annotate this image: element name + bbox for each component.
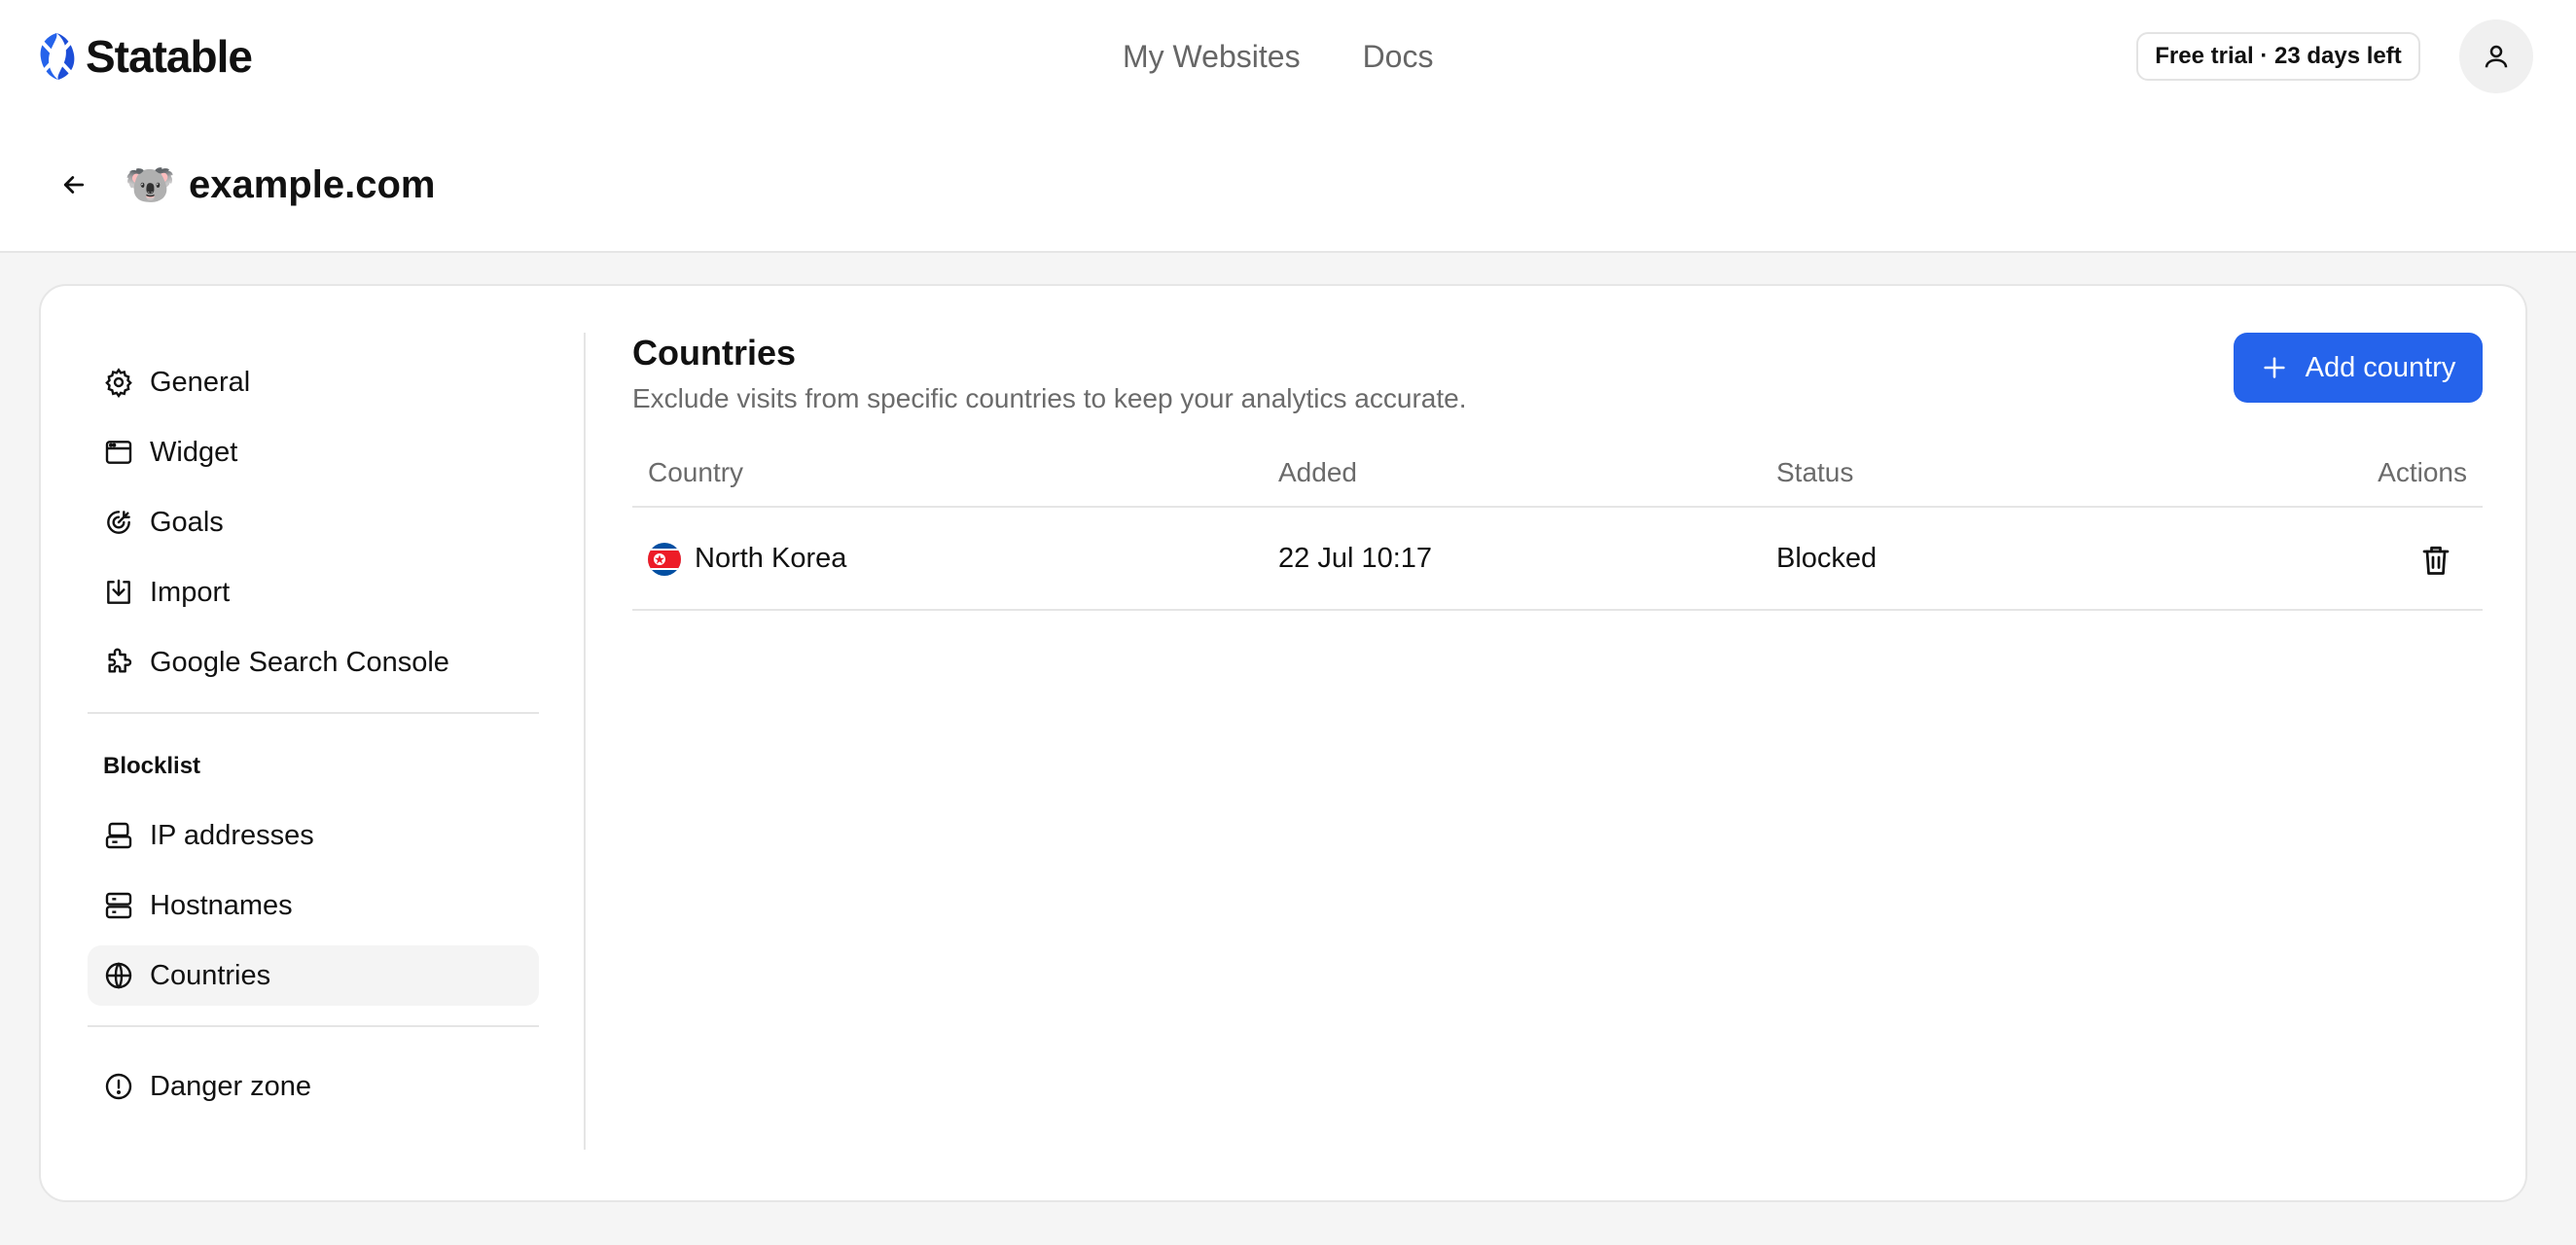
settings-card: General Widget Goals Import Google Searc… bbox=[39, 284, 2527, 1202]
status-text: Blocked bbox=[1776, 543, 1878, 574]
table-header: Country Added Status Actions bbox=[632, 449, 2483, 508]
add-country-label: Add country bbox=[2305, 351, 2456, 383]
north-korea-flag-icon bbox=[648, 543, 681, 576]
sidebar-item-general[interactable]: General bbox=[88, 352, 539, 412]
settings-sidebar: General Widget Goals Import Google Searc… bbox=[88, 333, 539, 1150]
site-name: example.com bbox=[189, 162, 436, 206]
trial-badge[interactable]: Free trial · 23 days left bbox=[2136, 32, 2420, 81]
arrow-left-icon bbox=[63, 176, 85, 194]
back-button[interactable] bbox=[54, 165, 93, 204]
sidebar-item-hostnames[interactable]: Hostnames bbox=[88, 875, 539, 936]
statable-logo-icon bbox=[40, 33, 75, 80]
column-header-status: Status bbox=[1776, 457, 1854, 487]
import-icon bbox=[107, 579, 130, 604]
server-icon bbox=[105, 892, 132, 919]
user-icon bbox=[2485, 45, 2508, 68]
gear-icon bbox=[105, 368, 132, 398]
page-title: Countries bbox=[632, 333, 797, 373]
nav-my-websites[interactable]: My Websites bbox=[1123, 39, 1301, 75]
sidebar-item-import[interactable]: Import bbox=[88, 562, 539, 622]
sidebar-item-danger-zone[interactable]: Danger zone bbox=[88, 1056, 539, 1117]
sidebar-item-goals[interactable]: Goals bbox=[88, 492, 539, 552]
main-nav: My Websites Docs bbox=[1123, 29, 1433, 84]
sidebar-item-label: Countries bbox=[150, 959, 271, 991]
puzzle-icon bbox=[108, 648, 132, 673]
sidebar-item-ip-addresses[interactable]: IP addresses bbox=[88, 805, 539, 866]
page-subtitle: Exclude visits from specific countries t… bbox=[632, 383, 1467, 413]
top-header: Statable My Websites Docs Free trial · 2… bbox=[0, 0, 2576, 253]
table-row: North Korea 22 Jul 10:17 Blocked bbox=[632, 510, 2483, 611]
nav-docs[interactable]: Docs bbox=[1363, 39, 1434, 75]
target-icon bbox=[107, 511, 130, 534]
country-name: North Korea bbox=[695, 543, 847, 574]
sidebar-item-label: Import bbox=[150, 576, 231, 608]
plus-icon bbox=[2263, 357, 2285, 378]
sidebar-item-label: General bbox=[150, 366, 251, 398]
globe-icon bbox=[105, 962, 132, 989]
sidebar-separator bbox=[584, 333, 586, 1150]
column-header-country: Country bbox=[648, 457, 744, 487]
added-date: 22 Jul 10:17 bbox=[1278, 543, 1433, 574]
sidebar-item-label: Danger zone bbox=[150, 1070, 312, 1102]
column-header-actions: Actions bbox=[2378, 457, 2467, 487]
sidebar-divider bbox=[88, 1025, 539, 1027]
countries-panel: Countries Exclude visits from specific c… bbox=[632, 333, 2483, 1150]
column-header-added: Added bbox=[1278, 457, 1357, 487]
trash-icon[interactable] bbox=[2418, 543, 2453, 578]
sidebar-item-widget[interactable]: Widget bbox=[88, 422, 539, 482]
brand-name: Statable bbox=[86, 31, 253, 82]
sidebar-item-google-search-console[interactable]: Google Search Console bbox=[88, 632, 539, 693]
sidebar-item-label: IP addresses bbox=[150, 819, 314, 851]
sidebar-item-label: Hostnames bbox=[150, 889, 293, 921]
add-country-button[interactable]: Add country bbox=[2234, 333, 2483, 403]
sidebar-divider bbox=[88, 712, 539, 714]
site-emoji-icon: 🐨 bbox=[125, 160, 176, 208]
sidebar-item-countries[interactable]: Countries bbox=[88, 945, 539, 1006]
sidebar-item-label: Goals bbox=[150, 506, 224, 538]
site-title-row: 🐨 example.com bbox=[54, 154, 435, 216]
ip-address-icon bbox=[105, 822, 132, 849]
user-avatar-button[interactable] bbox=[2459, 19, 2533, 93]
brand-logo[interactable]: Statable bbox=[37, 27, 253, 86]
browser-window-icon bbox=[105, 441, 132, 464]
blocklist-heading: Blocklist bbox=[103, 753, 201, 779]
sidebar-item-label: Google Search Console bbox=[150, 646, 449, 678]
alert-circle-icon bbox=[105, 1073, 132, 1100]
sidebar-item-label: Widget bbox=[150, 436, 238, 468]
